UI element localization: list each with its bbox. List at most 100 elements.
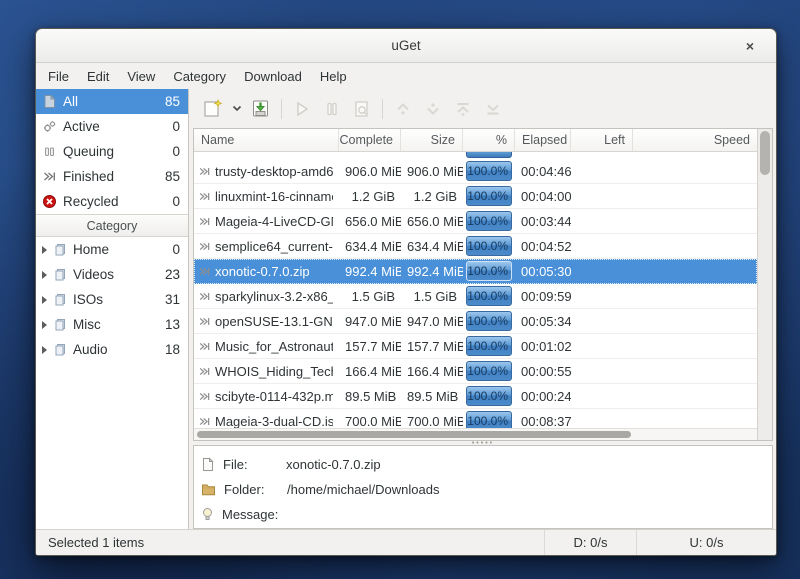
batch-download-button[interactable]: [247, 95, 275, 123]
new-download-menu-button[interactable]: [229, 95, 245, 123]
menu-edit[interactable]: Edit: [78, 63, 118, 89]
close-icon[interactable]: ×: [740, 36, 760, 56]
column-header-name[interactable]: Name: [194, 129, 339, 151]
expander-icon[interactable]: [42, 271, 47, 279]
column-header-left[interactable]: Left: [571, 129, 633, 151]
download-speed-status: D: 0/s: [544, 530, 636, 555]
download-size: 634.4 MiB: [401, 239, 463, 254]
move-to-top-button[interactable]: [449, 95, 477, 123]
menu-category[interactable]: Category: [164, 63, 235, 89]
all-downloads-icon: [42, 94, 57, 109]
download-name: linuxmint-16-cinnamon-: [215, 189, 333, 204]
progress-bar: 100.0%: [466, 211, 512, 231]
download-name: semplice64_current-6_: [215, 239, 333, 254]
sidebar-item-queuing[interactable]: Queuing 0: [36, 139, 188, 164]
table-row[interactable]: openSUSE-13.1-GNOM 947.0 MiB 947.0 MiB 1…: [194, 309, 757, 334]
move-up-icon: [391, 97, 415, 121]
file-label: File:: [223, 457, 278, 472]
category-count: 18: [165, 342, 180, 357]
column-header-percent[interactable]: %: [463, 129, 515, 151]
download-complete: 947.0 MiB: [339, 314, 401, 329]
properties-button[interactable]: [348, 95, 376, 123]
menu-file[interactable]: File: [39, 63, 78, 89]
category-item[interactable]: Videos 23: [36, 262, 188, 287]
category-folder-icon: [53, 242, 68, 257]
category-header[interactable]: Category: [36, 214, 188, 237]
download-elapsed: 00:04:46: [515, 164, 571, 179]
titlebar[interactable]: uGet ×: [36, 29, 776, 63]
download-size: 89.5 MiB: [401, 389, 463, 404]
move-up-button[interactable]: [389, 95, 417, 123]
expander-icon[interactable]: [42, 246, 47, 254]
category-count: 0: [172, 242, 180, 257]
menu-download[interactable]: Download: [235, 63, 311, 89]
table-row[interactable]: Mageia-3-dual-CD.iso 700.0 MiB 700.0 MiB…: [194, 409, 757, 428]
category-item[interactable]: Audio 18: [36, 337, 188, 362]
move-down-button[interactable]: [419, 95, 447, 123]
download-name: WHOIS_Hiding_TechSN: [215, 364, 333, 379]
table-row[interactable]: scibyte-0114-432p.mp 89.5 MiB 89.5 MiB 1…: [194, 384, 757, 409]
menu-view[interactable]: View: [118, 63, 164, 89]
category-item[interactable]: ISOs 31: [36, 287, 188, 312]
selection-status: Selected 1 items: [36, 535, 544, 550]
expander-icon[interactable]: [42, 346, 47, 354]
finished-skip-icon: [198, 190, 211, 203]
sidebar-item-label: Recycled: [63, 194, 166, 209]
table-row[interactable]: WHOIS_Hiding_TechSN 166.4 MiB 166.4 MiB …: [194, 359, 757, 384]
vertical-scrollbar[interactable]: [757, 129, 772, 440]
download-complete: 906.0 MiB: [339, 164, 401, 179]
move-to-bottom-button[interactable]: [479, 95, 507, 123]
download-name: Music_for_Astronauts_0: [215, 339, 333, 354]
start-icon: [290, 97, 314, 121]
category-item[interactable]: Misc 13: [36, 312, 188, 337]
column-header-complete[interactable]: Complete: [339, 129, 401, 151]
expander-icon[interactable]: [42, 321, 47, 329]
start-button[interactable]: [288, 95, 316, 123]
column-header-elapsed[interactable]: Elapsed: [515, 129, 571, 151]
sidebar-item-finished[interactable]: Finished 85: [36, 164, 188, 189]
finished-skip-icon: [198, 290, 211, 303]
table-row[interactable]: linuxmint-16-cinnamon- 1.2 GiB 1.2 GiB 1…: [194, 184, 757, 209]
table-row[interactable]: trusty-desktop-amd64. 906.0 MiB 906.0 Mi…: [194, 159, 757, 184]
finished-skip-icon: [198, 415, 211, 428]
download-elapsed: 00:05:34: [515, 314, 571, 329]
menu-help[interactable]: Help: [311, 63, 356, 89]
progress-percent: 100.0%: [467, 239, 508, 253]
upload-speed-status: U: 0/s: [636, 530, 776, 555]
column-header-size[interactable]: Size: [401, 129, 463, 151]
table-row[interactable]: Mageia-4-LiveCD-GNOM 656.0 MiB 656.0 MiB…: [194, 209, 757, 234]
folder-value: /home/michael/Downloads: [287, 482, 772, 497]
sidebar-item-count: 85: [165, 94, 180, 109]
sidebar: All 85 Active 0 Queuing 0 Finished 85 Re…: [36, 89, 189, 529]
category-item[interactable]: Home 0: [36, 237, 188, 262]
message-label: Message:: [222, 507, 277, 522]
progress-bar: 100.0%: [466, 311, 512, 331]
sidebar-item-recycled[interactable]: Recycled 0: [36, 189, 188, 214]
table-row[interactable]: Music_for_Astronauts_0 157.7 MiB 157.7 M…: [194, 334, 757, 359]
table-row[interactable]: semplice64_current-6_ 634.4 MiB 634.4 Mi…: [194, 234, 757, 259]
pause-button[interactable]: [318, 95, 346, 123]
new-download-button[interactable]: [199, 95, 227, 123]
category-label: Home: [73, 242, 167, 257]
column-header-speed[interactable]: Speed: [633, 129, 757, 151]
category-tree: Home 0 Videos 23 ISOs 31: [36, 237, 188, 362]
download-elapsed: 00:05:30: [515, 264, 571, 279]
table-row[interactable]: xonotic-0.7.0.zip 992.4 MiB 992.4 MiB 10…: [194, 259, 757, 284]
progress-bar: 100.0%: [466, 386, 512, 406]
table-row[interactable]: sparkylinux-3.2-x86_64 1.5 GiB 1.5 GiB 1…: [194, 284, 757, 309]
download-complete: 89.5 MiB: [339, 389, 401, 404]
horizontal-scrollbar-thumb[interactable]: [197, 431, 631, 438]
download-elapsed: 00:00:55: [515, 364, 571, 379]
sidebar-item-active[interactable]: Active 0: [36, 114, 188, 139]
progress-bar: 100.0%: [466, 336, 512, 356]
expander-icon[interactable]: [42, 296, 47, 304]
download-elapsed: 00:04:00: [515, 189, 571, 204]
download-name: xonotic-0.7.0.zip: [215, 264, 333, 279]
sidebar-item-count: 0: [172, 194, 180, 209]
download-elapsed: 00:08:37: [515, 414, 571, 429]
table-header: Name Complete Size % Elapsed Left Speed: [194, 129, 757, 152]
details-panel: File: xonotic-0.7.0.zip Folder: /home/mi…: [193, 445, 773, 529]
vertical-scrollbar-thumb[interactable]: [760, 131, 770, 175]
horizontal-scrollbar[interactable]: [194, 428, 757, 440]
sidebar-item-all[interactable]: All 85: [36, 89, 188, 114]
